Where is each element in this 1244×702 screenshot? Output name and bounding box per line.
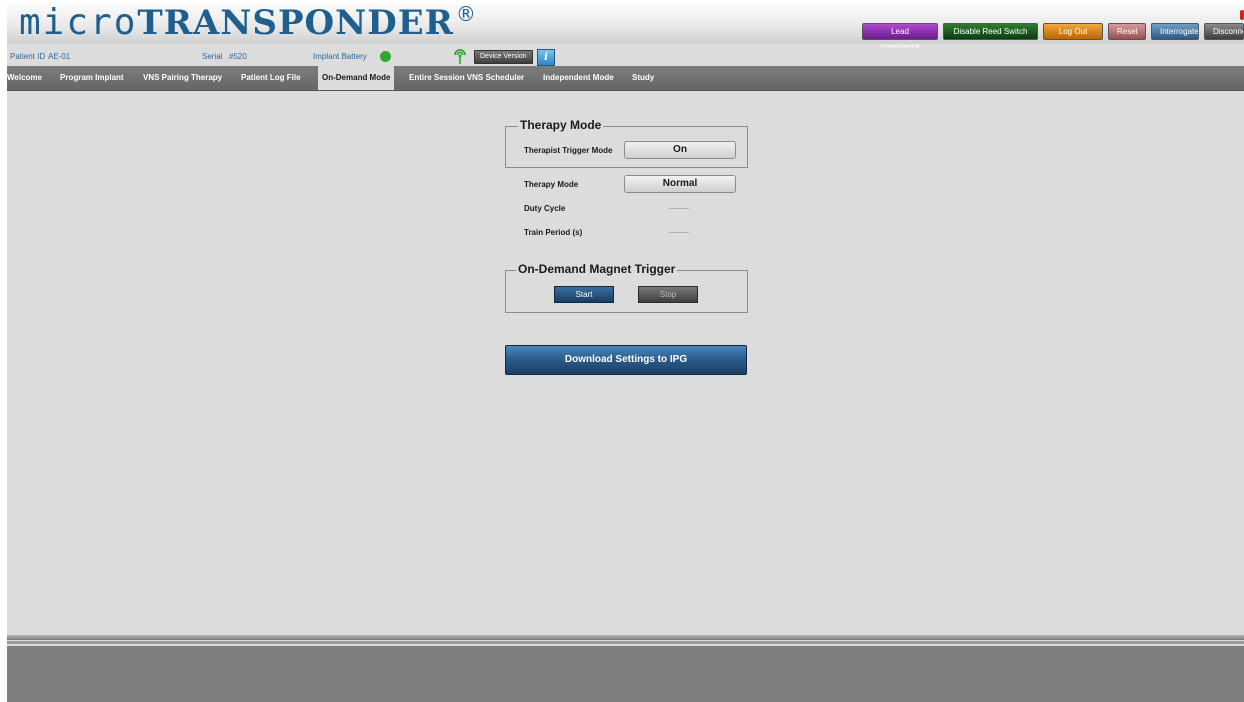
microtransponder-logo: micro TRANSPONDER ® (19, 2, 476, 44)
status-indicator (1240, 10, 1244, 20)
disconnect-button[interactable]: Disconnect (1204, 23, 1244, 40)
magnet-stop-button[interactable]: Stop (638, 286, 698, 303)
app-window: micro TRANSPONDER ® Lead Impedance Disable… (7, 0, 1244, 702)
logo-registered: ® (455, 2, 476, 26)
patient-id-label: Patient ID (10, 52, 46, 61)
magnet-trigger-legend: On-Demand Magnet Trigger (516, 262, 678, 276)
tab-program-implant[interactable]: Program Implant (60, 66, 124, 90)
interrogate-button[interactable]: Interrogate (1151, 23, 1199, 40)
patient-info-bar: Patient ID AE-01 Serial #520 Implant Bat… (7, 48, 1244, 66)
duty-cycle-label: Duty Cycle (524, 204, 566, 213)
log-out-button[interactable]: Log Out (1043, 23, 1103, 40)
therapy-mode-label: Therapy Mode (524, 180, 579, 189)
disable-reed-switch-button[interactable]: Disable Reed Switch (943, 23, 1038, 40)
footer-divider-inner (7, 641, 1244, 644)
lead-impedance-button[interactable]: Lead Impedance (862, 23, 938, 51)
duty-cycle-value (669, 208, 689, 209)
tab-study[interactable]: Study (632, 66, 654, 90)
battery-status-icon (380, 51, 391, 62)
main-nav: Welcome Program Implant VNS Pairing Ther… (7, 66, 1244, 91)
top-button-bar: Lead Impedance Disable Reed Switch Log O… (862, 23, 1244, 51)
reset-button[interactable]: Reset (1108, 23, 1146, 40)
header: micro TRANSPONDER ® Lead Impedance Disable… (7, 0, 1244, 51)
tab-entire-session-vns-scheduler[interactable]: Entire Session VNS Scheduler (409, 66, 524, 90)
tab-vns-pairing-therapy[interactable]: VNS Pairing Therapy (143, 66, 222, 90)
battery-label: Implant Battery (313, 52, 367, 61)
logo-micro: micro (19, 2, 138, 43)
tab-on-demand-mode[interactable]: On-Demand Mode (318, 66, 395, 90)
therapist-trigger-mode-button[interactable]: On (624, 141, 736, 159)
magnet-start-button[interactable]: Start (554, 286, 614, 303)
therapy-mode-legend: Therapy Mode (518, 118, 604, 132)
logo-brand: TRANSPONDER (137, 3, 454, 43)
download-settings-button[interactable]: Download Settings to IPG (505, 345, 747, 375)
patient-id-value: AE-01 (48, 52, 71, 61)
device-version-button[interactable]: Device Version (474, 50, 533, 64)
tab-patient-log-file[interactable]: Patient Log File (241, 66, 301, 90)
serial-label: Serial (202, 52, 223, 61)
therapist-trigger-mode-label: Therapist Trigger Mode (524, 146, 613, 155)
footer-panel (7, 646, 1244, 702)
footer-divider (7, 635, 1244, 640)
train-period-label: Train Period (s) (524, 228, 583, 237)
therapy-mode-select[interactable]: Normal (624, 175, 736, 193)
info-icon[interactable]: i (537, 49, 555, 66)
antenna-signal-icon (453, 49, 467, 67)
serial-value: #520 (229, 52, 247, 61)
tab-independent-mode[interactable]: Independent Mode (543, 66, 614, 90)
magnet-trigger-group: On-Demand Magnet Trigger (505, 262, 748, 313)
train-period-value (669, 232, 689, 233)
tab-welcome[interactable]: Welcome (7, 66, 42, 90)
